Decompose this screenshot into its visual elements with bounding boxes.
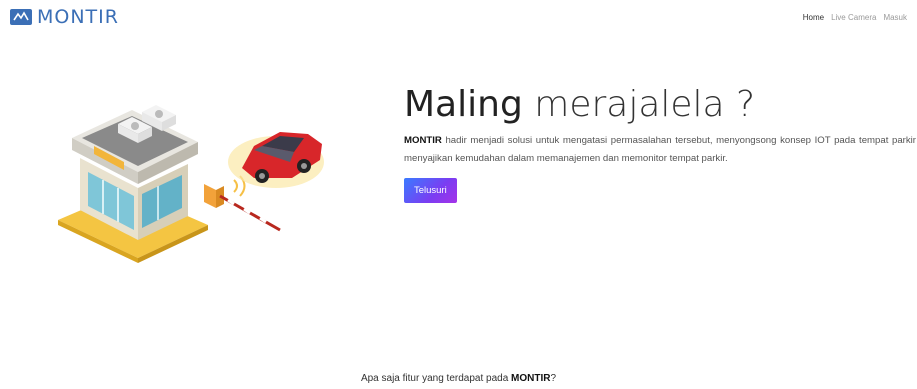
hero-description: MONTIR hadir menjadi solusi untuk mengat… [404,132,916,168]
hero-title: Maling merajalela ? [404,86,917,124]
features-question: Apa saja fitur yang terdapat pada MONTIR… [0,373,917,384]
top-nav: Home Live Camera Masuk [803,13,907,22]
brand[interactable]: MONTIR [10,6,119,28]
parking-booth-car-illustration [58,80,328,265]
hero-section: Maling merajalela ? MONTIR hadir menjadi… [404,86,917,203]
nav-home[interactable]: Home [803,13,824,22]
features-question-suffix: ? [550,373,557,384]
nav-masuk[interactable]: Masuk [883,13,907,22]
brand-name: MONTIR [37,6,119,28]
hero-title-rest: merajalela ? [534,84,756,125]
features-question-prefix: Apa saja fitur yang terdapat pada [360,373,512,384]
hero-title-strong: Maling [404,84,523,125]
features-question-brand: MONTIR [511,373,551,384]
page: MONTIR Home Live Camera Masuk Maling mer… [0,0,917,389]
hero-desc-text: hadir menjadi solusi untuk mengatasi per… [404,135,916,164]
telusuri-button[interactable]: Telusuri [404,178,457,203]
montir-logo-icon [10,8,32,26]
hero-desc-brand: MONTIR [404,135,442,146]
nav-live-camera[interactable]: Live Camera [831,13,876,22]
